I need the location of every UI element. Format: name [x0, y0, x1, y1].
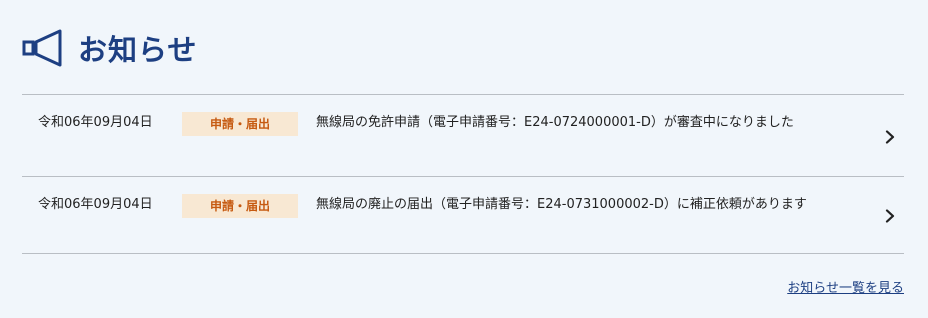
- chevron-right-icon[interactable]: [883, 129, 897, 144]
- view-all-news-link[interactable]: お知らせ一覧を見る: [787, 277, 904, 296]
- section-header: お知らせ: [20, 26, 197, 70]
- news-date: 令和06年09月04日: [38, 197, 153, 212]
- news-title[interactable]: 無線局の廃止の届出（電子申請番号：E24-0731000002-D）に補正依頼が…: [316, 194, 868, 216]
- page-title: お知らせ: [78, 33, 198, 67]
- news-title[interactable]: 無線局の免許申請（電子申請番号：E24-0724000001-D）が審査中になり…: [316, 112, 868, 134]
- news-item[interactable]: 令和06年09月04日 申請・届出 無線局の廃止の届出（電子申請番号：E24-0…: [22, 177, 904, 254]
- megaphone-icon: [22, 29, 62, 67]
- news-date: 令和06年09月04日: [38, 115, 153, 130]
- chevron-right-icon[interactable]: [883, 209, 897, 223]
- category-badge: 申請・届出: [182, 194, 298, 218]
- news-list: 令和06年09月04日 申請・届出 無線局の免許申請（電子申請番号：E24-07…: [22, 94, 904, 254]
- news-item[interactable]: 令和06年09月04日 申請・届出 無線局の免許申請（電子申請番号：E24-07…: [22, 95, 904, 177]
- category-badge: 申請・届出: [182, 112, 298, 136]
